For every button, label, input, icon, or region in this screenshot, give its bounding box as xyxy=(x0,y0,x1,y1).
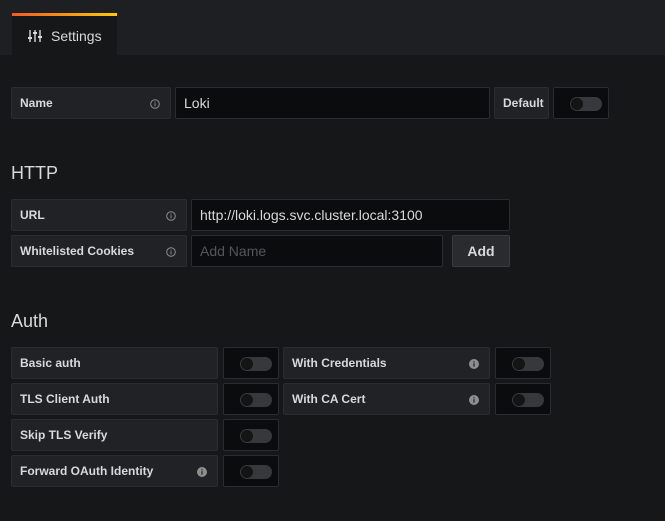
sliders-icon xyxy=(27,28,43,44)
skip-tls-verify-label: Skip TLS Verify xyxy=(11,419,218,451)
skip-tls-verify-toggle[interactable] xyxy=(240,429,272,443)
cookies-label: Whitelisted Cookies xyxy=(11,235,187,267)
http-heading: HTTP xyxy=(11,163,58,183)
with-credentials-toggle-box xyxy=(495,347,551,379)
tls-client-auth-toggle-box xyxy=(223,383,279,415)
toggle-knob xyxy=(241,394,253,406)
with-ca-cert-toggle[interactable] xyxy=(512,393,544,407)
toggle-knob xyxy=(513,394,525,406)
tab-bar: Settings xyxy=(0,0,665,55)
basic-auth-toggle-box xyxy=(223,347,279,379)
add-cookie-button[interactable]: Add xyxy=(452,235,510,267)
default-toggle-box xyxy=(553,87,609,119)
tls-client-auth-label: TLS Client Auth xyxy=(11,383,218,415)
toggle-knob xyxy=(241,466,253,478)
url-label: URL xyxy=(11,199,187,231)
name-input[interactable]: Loki xyxy=(175,87,490,119)
with-credentials-label-text: With Credentials xyxy=(292,356,387,370)
toggle-knob xyxy=(513,358,525,370)
info-icon[interactable] xyxy=(166,210,176,221)
info-icon[interactable] xyxy=(469,358,479,369)
forward-oauth-label: Forward OAuth Identity xyxy=(11,455,218,487)
skip-tls-verify-toggle-box xyxy=(223,419,279,451)
cookies-input[interactable]: Add Name xyxy=(191,235,443,267)
with-ca-cert-label-text: With CA Cert xyxy=(292,392,366,406)
toggle-knob xyxy=(241,358,253,370)
info-icon[interactable] xyxy=(166,246,176,257)
name-label: Name xyxy=(11,87,171,119)
auth-heading: Auth xyxy=(11,311,49,331)
with-ca-cert-toggle-box xyxy=(495,383,551,415)
tab-settings-label: Settings xyxy=(51,27,102,44)
with-credentials-toggle[interactable] xyxy=(512,357,544,371)
info-icon[interactable] xyxy=(197,466,207,477)
tab-settings[interactable]: Settings xyxy=(12,13,117,55)
url-label-text: URL xyxy=(20,208,45,222)
basic-auth-toggle[interactable] xyxy=(240,357,272,371)
with-credentials-label: With Credentials xyxy=(283,347,490,379)
forward-oauth-toggle[interactable] xyxy=(240,465,272,479)
toggle-knob xyxy=(571,98,583,110)
info-icon[interactable] xyxy=(469,394,479,405)
basic-auth-label: Basic auth xyxy=(11,347,218,379)
info-icon[interactable] xyxy=(150,98,160,109)
with-ca-cert-label: With CA Cert xyxy=(283,383,490,415)
forward-oauth-toggle-box xyxy=(223,455,279,487)
default-toggle[interactable] xyxy=(570,97,602,111)
cookies-label-text: Whitelisted Cookies xyxy=(20,244,135,258)
name-label-text: Name xyxy=(20,96,53,110)
tls-client-auth-toggle[interactable] xyxy=(240,393,272,407)
forward-oauth-label-text: Forward OAuth Identity xyxy=(20,464,154,478)
default-label: Default xyxy=(494,87,549,119)
toggle-knob xyxy=(241,430,253,442)
url-input[interactable]: http://loki.logs.svc.cluster.local:3100 xyxy=(191,199,510,231)
